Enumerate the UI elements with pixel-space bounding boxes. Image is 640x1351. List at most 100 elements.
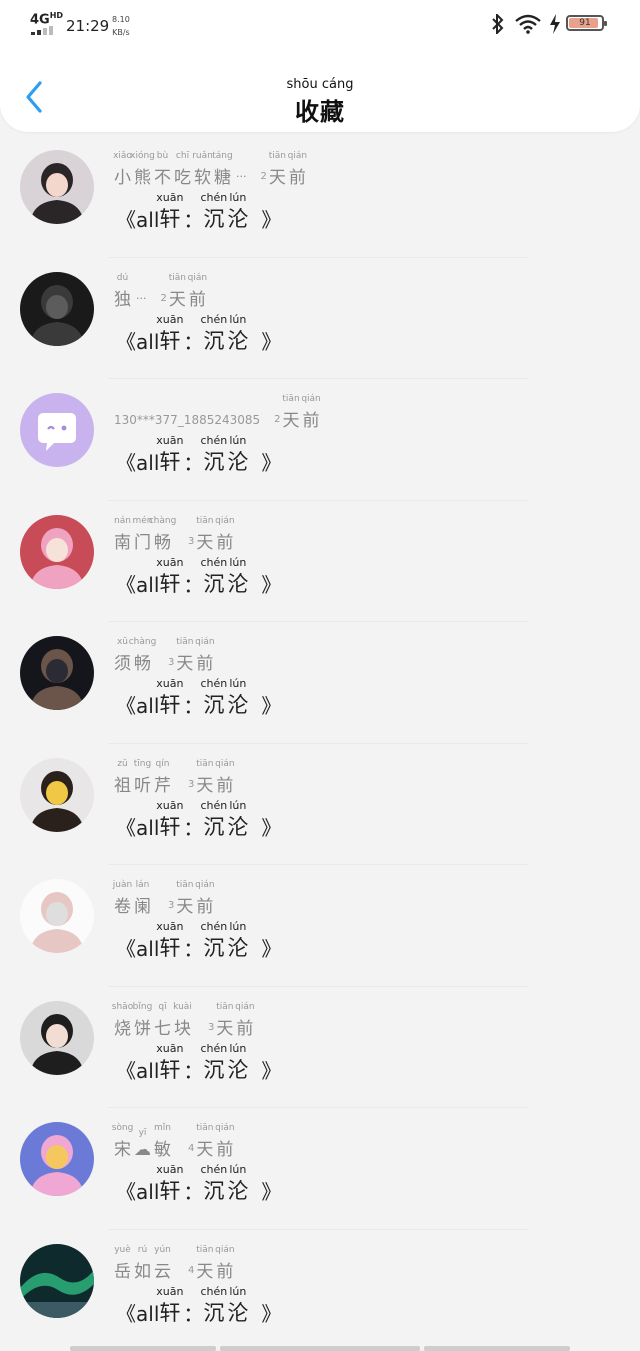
list-item[interactable]: shāo 烧 bǐng 饼 qī 七 kuài 块 3 tiān 天 qián 前《all xuān 轩： c… [0, 987, 640, 1108]
username[interactable]: nán 南 mén 门 chàng 畅 [114, 515, 177, 553]
pinyin-annotation: xuān [156, 1284, 184, 1298]
work-title[interactable]: 《all xuān 轩： chén 沉 lún 沦》 [116, 1042, 281, 1083]
username-char: táng 糖 [212, 151, 232, 188]
status-bar: 4GHD 21:29 8.10 KB/s 91 [0, 0, 640, 50]
open-bracket: 《 [116, 694, 136, 718]
clock: 21:29 [66, 17, 110, 35]
pinyin-annotation: xiǎo [113, 151, 132, 161]
list-item[interactable]: zǔ 祖 tīng 听 qín 芹 3 tiān 天 qián 前《all xuān 轩： chén 沉 lú… [0, 744, 640, 865]
work-title[interactable]: 《all xuān 轩： chén 沉 lún 沦》 [116, 677, 281, 718]
avatar[interactable] [20, 1243, 94, 1318]
list-item[interactable]: nán 南 mén 门 chàng 畅 3 tiān 天 qián 前《all xuān 轩： chén 沉… [0, 501, 640, 622]
hanzi: 轩 [159, 450, 181, 474]
work-title-char: chén 沉 [200, 1285, 227, 1327]
open-bracket: 《 [116, 572, 136, 597]
hanzi: 天 [282, 411, 300, 431]
open-bracket: 《 [116, 1301, 136, 1326]
open-bracket: 《 [116, 815, 136, 840]
time-ago: 3 tiān 天 qián 前 [168, 880, 216, 917]
username[interactable]: xiǎo 小 xióng 熊 bù 不 chī 吃 ruǎn 软 táng 糖 [113, 151, 234, 188]
work-title-char: lún 沦 [227, 920, 248, 962]
work-title[interactable]: 《all xuān 轩： chén 沉 lún 沦》 [116, 434, 281, 475]
pinyin-annotation: xuān [156, 191, 184, 204]
colon: ： [183, 451, 204, 475]
work-title[interactable]: 《all xuān 轩： chén 沉 lún 沦》 [116, 1285, 281, 1326]
avatar[interactable] [20, 1122, 94, 1196]
pinyin-annotation: nán [114, 515, 131, 526]
avatar[interactable] [20, 150, 94, 224]
pinyin-annotation: tiān [196, 758, 214, 769]
time-ago: 4 tiān 天 qián 前 [188, 1245, 236, 1282]
hanzi: 轩 [159, 814, 181, 839]
username[interactable]: yuè 岳 rú 如 yún 云 [114, 1245, 174, 1282]
list-item[interactable]: 130***377_1885243085 2 tiān 天 qián 前《all xuān 轩… [0, 379, 640, 501]
open-bracket: 《 [116, 329, 136, 354]
hanzi: 须 [114, 654, 131, 674]
username-char: zǔ 祖 [114, 759, 131, 796]
username[interactable]: juàn 卷 lán 阑 [113, 880, 154, 917]
hanzi: 前 [216, 532, 234, 553]
time-ago: 2 tiān 天 qián 前 [261, 151, 309, 188]
list-item[interactable]: yuè 岳 rú 如 yún 云 4 tiān 天 qián 前《all xuān 轩： chén 沉 lún… [0, 1230, 640, 1351]
list-item[interactable]: juàn 卷 lán 阑 3 tiān 天 qián 前《all xuān 轩： chén 沉 lún 沦》 [0, 865, 640, 987]
username[interactable]: 130***377_1885243085 [114, 409, 260, 431]
top-bar: 4GHD 21:29 8.10 KB/s 91 shōu cáng 收藏 [0, 0, 640, 132]
work-title[interactable]: 《all xuān 轩： chén 沉 lún 沦》 [116, 312, 281, 354]
pinyin-annotation: yuè [114, 1244, 131, 1255]
open-bracket: 《 [116, 451, 136, 475]
list-item[interactable]: xiǎo 小 xióng 熊 bù 不 chī 吃 ruǎn 软 táng 糖 ··· 2 tiān 天 qiá… [0, 136, 640, 258]
work-title[interactable]: 《all xuān 轩： chén 沉 lún 沦》 [116, 799, 281, 840]
work-title[interactable]: 《all xuān 轩： chén 沉 lún 沦》 [116, 920, 281, 961]
favorites-list: xiǎo 小 xióng 熊 bù 不 chī 吃 ruǎn 软 táng 糖 ··· 2 tiān 天 qiá… [0, 136, 640, 1351]
list-item[interactable]: xū 须 chàng 畅 3 tiān 天 qián 前《all xuān 轩： chén 沉 lún 沦》 [0, 622, 640, 744]
work-title[interactable]: 《all xuān 轩： chén 沉 lún 沦》 [116, 191, 281, 232]
username[interactable]: dú 独 [114, 273, 134, 310]
username-char: xiǎo 小 [113, 151, 132, 188]
username-char: sòng 宋 [112, 1123, 134, 1160]
pinyin-annotation: lún [229, 677, 247, 690]
pinyin-annotation: chén [200, 920, 228, 933]
pinyin-annotation: qián [235, 1001, 255, 1012]
colon: ： [183, 329, 204, 354]
hanzi: 天 [216, 1018, 234, 1039]
work-title-char: chén 沉 [200, 434, 227, 476]
work-title[interactable]: 《all xuān 轩： chén 沉 lún 沦》 [116, 1163, 281, 1204]
days-ago-char: tiān 天 [196, 1245, 213, 1282]
avatar[interactable] [20, 514, 94, 589]
username-char: qín 芹 [154, 759, 171, 796]
days-ago-char: tiān 天 [176, 637, 193, 674]
username-char: bǐng 饼 [133, 1002, 153, 1039]
time-ago: 4 tiān 天 qián 前 [188, 1123, 236, 1160]
pinyin-annotation: chàng [148, 515, 177, 526]
work-title-char: chén 沉 [200, 556, 227, 598]
days-ago-char: qián 前 [301, 394, 320, 431]
list-item[interactable]: sòng 宋 yī ☁ mǐn 敏 4 tiān 天 qián 前《all xuān 轩： chén 沉 lú… [0, 1108, 640, 1230]
username-char: rú 如 [134, 1245, 151, 1282]
avatar[interactable] [20, 757, 94, 832]
avatar[interactable] [20, 636, 94, 710]
colon: ： [183, 694, 204, 718]
work-title[interactable]: 《all xuān 轩： chén 沉 lún 沦》 [116, 556, 281, 597]
username[interactable]: sòng 宋 yī ☁ mǐn 敏 [112, 1123, 174, 1160]
username[interactable]: xū 须 chàng 畅 [114, 637, 157, 674]
hanzi: 前 [196, 897, 214, 917]
username[interactable]: zǔ 祖 tīng 听 qín 芹 [114, 759, 174, 796]
hanzi: 七 [154, 1018, 171, 1039]
pinyin-annotation: xuān [156, 312, 184, 326]
avatar[interactable] [20, 393, 94, 467]
work-title-char: xuān 轩 [156, 1284, 184, 1327]
username[interactable]: shāo 烧 bǐng 饼 qī 七 kuài 块 [112, 1002, 194, 1039]
work-title-char: lún 沦 [227, 313, 248, 355]
hanzi: 祖 [114, 775, 131, 796]
close-bracket: 》 [261, 1301, 282, 1326]
bluetooth-icon [492, 14, 504, 34]
avatar[interactable] [20, 271, 94, 346]
username-char: chàng 畅 [129, 637, 157, 674]
pinyin-annotation: tīng [133, 758, 152, 769]
avatar[interactable] [20, 1000, 94, 1075]
list-item[interactable]: dú 独 ··· 2 tiān 天 qián 前《all xuān 轩： chén 沉 lún 沦》 [0, 258, 640, 379]
hanzi: 轩 [159, 328, 181, 353]
avatar[interactable] [20, 879, 94, 953]
pinyin-annotation: xióng [130, 151, 155, 161]
item-meta: juàn 卷 lán 阑 3 tiān 天 qián 前 [113, 880, 216, 917]
